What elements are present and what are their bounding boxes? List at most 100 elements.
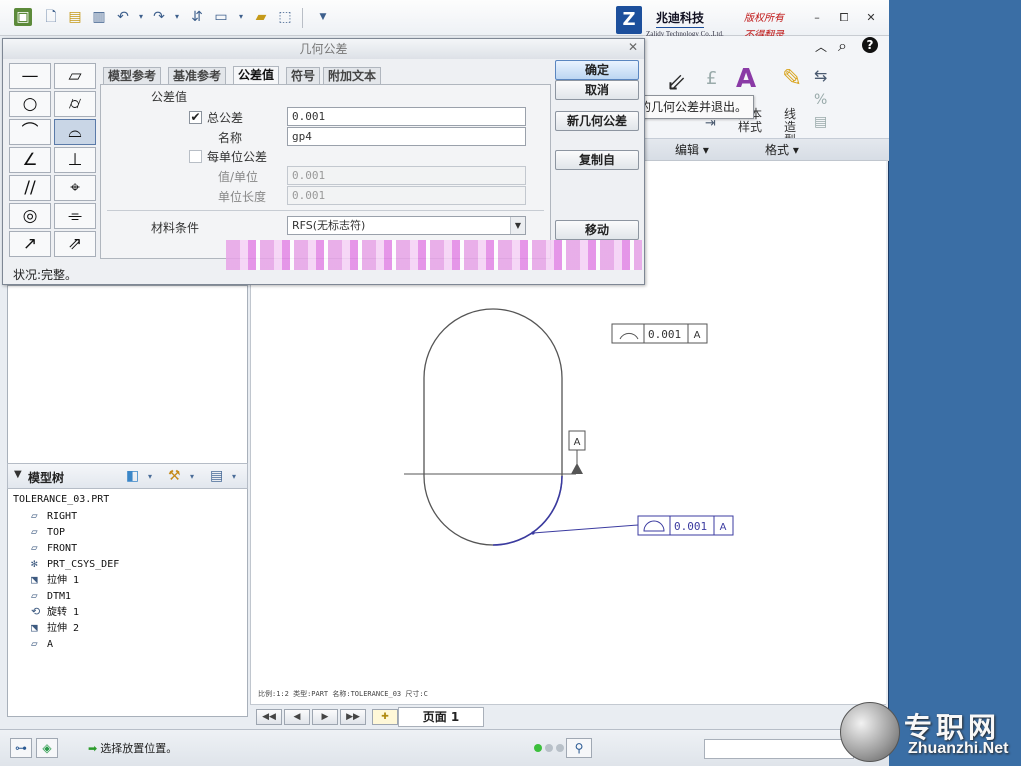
- collapse-icon[interactable]: ▼: [14, 469, 22, 480]
- undo-dropdown-icon[interactable]: ▾: [132, 8, 150, 26]
- material-condition-select[interactable]: RFS(无标志符) ▼: [287, 216, 526, 235]
- status-lights: [534, 744, 564, 754]
- tree-item[interactable]: ▱ TOP: [31, 524, 65, 540]
- new-gtol-button[interactable]: 新几何公差: [555, 111, 639, 131]
- parallelism-icon[interactable]: //: [9, 175, 51, 201]
- close-window-button[interactable]: ✕: [864, 11, 878, 25]
- dialog-close-icon[interactable]: ✕: [628, 40, 638, 54]
- columns-dropdown-icon[interactable]: ▾: [232, 472, 236, 481]
- tab-3[interactable]: 符号: [286, 67, 321, 85]
- chevron-down-icon[interactable]: ▼: [510, 217, 525, 234]
- move-button[interactable]: 移动: [555, 220, 639, 240]
- flatness-icon[interactable]: ▱: [54, 63, 96, 89]
- total-runout-icon[interactable]: ⇗: [54, 231, 96, 257]
- total-tolerance-input[interactable]: 0.001: [287, 107, 526, 126]
- format-group-label[interactable]: 格式 ▾: [765, 141, 799, 158]
- unit-length-label: 单位长度: [218, 190, 267, 204]
- settings-dropdown-icon[interactable]: ▾: [190, 472, 194, 481]
- gtol2-value: 0.001: [674, 520, 707, 533]
- perpendicularity-icon[interactable]: ⊥: [54, 147, 96, 173]
- new-file-icon[interactable]: 🗋: [42, 8, 60, 26]
- folder-icon[interactable]: ▰: [252, 8, 270, 26]
- selection-filter-field[interactable]: [704, 739, 854, 759]
- hatch-icon[interactable]: %: [814, 92, 827, 108]
- circular-runout-icon[interactable]: ↗: [9, 231, 51, 257]
- line-profile-icon[interactable]: ⌒: [9, 119, 51, 145]
- tree-item[interactable]: ▱ FRONT: [31, 540, 77, 556]
- minimize-button[interactable]: –: [810, 11, 824, 25]
- app-menu-icon[interactable]: ▣: [14, 8, 32, 26]
- tab-4[interactable]: 附加文本: [323, 67, 382, 85]
- tab-0[interactable]: 模型参考: [103, 67, 162, 85]
- minimize-ribbon-icon[interactable]: ︿: [815, 38, 827, 55]
- window-icon[interactable]: ▭: [212, 8, 230, 26]
- next-page-button[interactable]: ▶: [312, 709, 338, 725]
- tree-item[interactable]: ▱ DTM1: [31, 588, 71, 604]
- tree-item[interactable]: ▱ A: [31, 636, 53, 652]
- per-unit-checkbox[interactable]: [189, 150, 202, 163]
- per-unit-label: 每单位公差: [207, 150, 268, 164]
- cylindricity-icon[interactable]: ⌭: [54, 91, 96, 117]
- customize-dropdown-icon[interactable]: ▼: [314, 8, 332, 26]
- find-icon[interactable]: ⚲: [566, 738, 592, 758]
- surface-profile-icon[interactable]: ⌓: [54, 119, 96, 145]
- restore-button[interactable]: ⧠: [837, 11, 851, 25]
- select-box-icon[interactable]: ⬚: [276, 8, 294, 26]
- csys-icon: ✻: [31, 557, 38, 570]
- redo-dropdown-icon[interactable]: ▾: [168, 8, 186, 26]
- tree-item[interactable]: ⟲ 旋转 1: [31, 604, 79, 620]
- tab-1[interactable]: 基准参考: [168, 67, 227, 85]
- tree-item[interactable]: ✻ PRT_CSYS_DEF: [31, 556, 119, 572]
- copy-from-button[interactable]: 复制自: [555, 150, 639, 170]
- position-icon[interactable]: ⌖: [54, 175, 96, 201]
- window-dropdown-icon[interactable]: ▾: [232, 8, 250, 26]
- angularity-icon[interactable]: ∠: [9, 147, 51, 173]
- edit-group-label[interactable]: 编辑 ▾: [675, 141, 709, 158]
- message-arrow-icon: ➡: [88, 742, 98, 755]
- ok-button[interactable]: 确定: [555, 60, 639, 80]
- symbol-tool-icon[interactable]: £: [706, 68, 717, 89]
- tree-item[interactable]: ⬔ 拉伸 1: [31, 572, 79, 588]
- redo-icon[interactable]: ↷: [150, 8, 168, 26]
- show-dropdown-icon[interactable]: ▾: [148, 472, 152, 481]
- slot-bottom-arc: [423, 475, 563, 546]
- columns-icon[interactable]: ▤: [210, 468, 223, 484]
- arrange-icon[interactable]: ⇆: [814, 66, 827, 85]
- quick-access-toolbar: ▣ 🗋 ▤ ▥ ↶ ▾ ↷ ▾ ⇵ ▭ ▾ ▰ ⬚ ▼ Z 兆迪科技 Zalid…: [0, 0, 889, 41]
- tree-item[interactable]: ▱ RIGHT: [31, 508, 77, 524]
- cancel-button[interactable]: 取消: [555, 80, 639, 100]
- tree-item[interactable]: ⬔ 拉伸 2: [31, 620, 79, 636]
- datum-triangle: [571, 463, 583, 474]
- name-input[interactable]: gp4: [287, 127, 526, 146]
- unit-length-input[interactable]: 0.001: [287, 186, 526, 205]
- new-sheet-icon[interactable]: ✚: [372, 709, 398, 725]
- concentricity-icon[interactable]: ◎: [9, 203, 51, 229]
- circularity-icon[interactable]: ○: [9, 91, 51, 117]
- show-icon[interactable]: ◧: [126, 468, 139, 484]
- total-tolerance-checkbox[interactable]: ✔: [189, 111, 202, 124]
- layer-icon[interactable]: ▤: [814, 114, 827, 130]
- prev-page-button[interactable]: ◀: [284, 709, 310, 725]
- page-bar: ◀◀ ◀ ▶ ▶▶ ✚ 页面 1: [250, 704, 886, 728]
- symmetry-icon[interactable]: ⌯: [54, 203, 96, 229]
- save-icon[interactable]: ▥: [90, 8, 108, 26]
- last-page-button[interactable]: ▶▶: [340, 709, 366, 725]
- straightness-icon[interactable]: —: [9, 63, 51, 89]
- settings-icon[interactable]: ⚒: [168, 468, 181, 484]
- model-tree-toggle-icon[interactable]: ⊶: [10, 738, 32, 758]
- regenerate-icon[interactable]: ⇵: [188, 8, 206, 26]
- first-page-button[interactable]: ◀◀: [256, 709, 282, 725]
- page-tab[interactable]: 页面 1: [398, 707, 484, 727]
- line-style-icon[interactable]: ✎: [782, 64, 802, 92]
- open-folder-icon[interactable]: ▤: [66, 8, 84, 26]
- text-style-icon[interactable]: A: [736, 64, 756, 94]
- undo-icon[interactable]: ↶: [114, 8, 132, 26]
- tree-item[interactable]: TOLERANCE_03.PRT: [13, 492, 109, 508]
- search-icon[interactable]: ⌕: [838, 36, 847, 56]
- browser-toggle-icon[interactable]: ◈: [36, 738, 58, 758]
- tab-2[interactable]: 公差值: [233, 66, 280, 85]
- value-per-unit-input[interactable]: 0.001: [287, 166, 526, 185]
- gtol-tool-icon[interactable]: ⇙: [666, 68, 686, 96]
- material-condition-label: 材料条件: [151, 221, 200, 235]
- help-icon[interactable]: ?: [862, 37, 878, 53]
